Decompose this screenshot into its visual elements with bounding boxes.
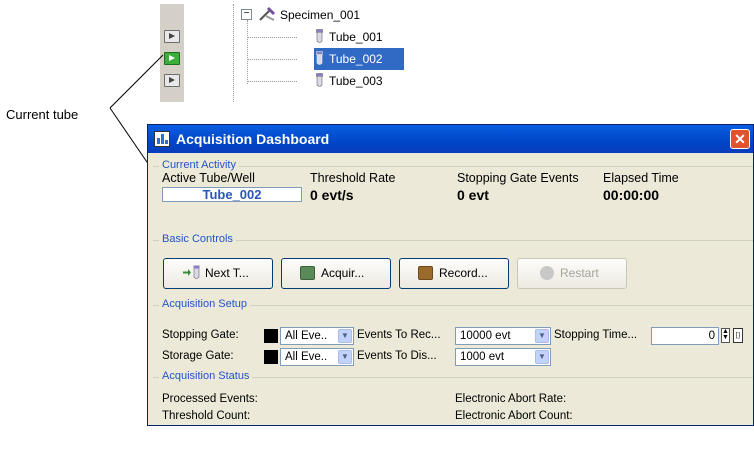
events-to-record-label: Events To Rec... [357, 329, 441, 341]
threshold-rate-label: Threshold Rate [310, 171, 396, 185]
current-activity-group: Current Activity [153, 159, 753, 171]
events-to-display-value: 1000 evt [460, 351, 505, 363]
elapsed-time-value: 00:00:00 [603, 187, 660, 203]
acquire-label: Acquir... [321, 266, 365, 280]
tube-indicator-icon[interactable] [164, 74, 180, 87]
tree-row-tube[interactable]: Tube_003 [160, 70, 404, 92]
stopping-gate-value: All Eve.. [285, 330, 328, 342]
tube-label: Tube_003 [329, 74, 383, 88]
group-title: Acquisition Status [159, 370, 253, 382]
acquire-button[interactable]: Acquir... [281, 258, 391, 289]
window-title: Acquisition Dashboard [176, 131, 330, 147]
threshold-count-label: Threshold Count: [162, 410, 251, 422]
callout-label: Current tube [6, 107, 79, 122]
threshold-rate-value: 0 evt/s [310, 187, 354, 203]
collapse-icon[interactable]: − [241, 9, 252, 20]
chevron-down-icon[interactable]: ▼ [535, 350, 549, 364]
tree-row-tube[interactable]: Tube_001 [160, 26, 404, 48]
tube-icon [316, 51, 323, 65]
stopping-time-input[interactable]: 0 [651, 327, 719, 345]
storage-gate-value: All Eve.. [285, 351, 328, 363]
acquire-icon [300, 266, 315, 280]
specimen-icon [259, 6, 276, 21]
acquisition-setup-group: Acquisition Setup [153, 298, 753, 310]
chevron-down-icon[interactable]: ▼ [338, 329, 352, 343]
elapsed-time-label: Elapsed Time [603, 171, 679, 185]
record-button[interactable]: Record... [399, 258, 509, 289]
close-icon[interactable]: ✕ [730, 129, 750, 149]
stopping-gate-events-value: 0 evt [457, 187, 489, 203]
record-icon [418, 266, 433, 280]
next-tube-icon [183, 265, 200, 279]
tube-icon [316, 73, 323, 87]
tube-label: Tube_001 [329, 30, 383, 44]
window-title-bar[interactable]: Acquisition Dashboard ✕ [148, 125, 753, 153]
stopping-gate-label: Stopping Gate: [162, 329, 239, 341]
browser-tree: − Specimen_001 Tube_001 Tube_002 Tube_00… [160, 4, 404, 102]
stopping-gate-dropdown[interactable]: All Eve.. ▼ [280, 327, 354, 345]
events-to-record-dropdown[interactable]: 10000 evt ▼ [455, 327, 551, 345]
acquisition-dashboard-window: Acquisition Dashboard ✕ Current Activity… [147, 124, 754, 426]
storage-gate-label: Storage Gate: [162, 350, 234, 362]
restart-label: Restart [560, 266, 599, 280]
chevron-down-icon[interactable]: ▼ [338, 350, 352, 364]
specimen-label: Specimen_001 [280, 8, 361, 22]
record-label: Record... [439, 266, 488, 280]
chevron-down-icon[interactable]: ▼ [535, 329, 549, 343]
stopping-gate-events-label: Stopping Gate Events [457, 171, 579, 185]
storage-gate-color-swatch [264, 350, 278, 364]
acquisition-status-group: Acquisition Status [153, 370, 753, 382]
group-title: Current Activity [159, 159, 239, 171]
events-to-display-dropdown[interactable]: 1000 evt ▼ [455, 348, 551, 366]
stopping-time-label: Stopping Time... [554, 329, 638, 341]
events-to-display-label: Events To Dis... [357, 350, 437, 362]
tube-indicator-icon[interactable] [164, 30, 180, 43]
spinner-arrows-icon[interactable]: ▲ ▼ [721, 328, 730, 343]
stopping-time-unit-icon[interactable]: ⌷ [733, 328, 743, 343]
electronic-abort-rate-label: Electronic Abort Rate: [455, 393, 567, 405]
active-tube-label: Active Tube/Well [162, 171, 255, 185]
tube-label: Tube_002 [329, 52, 383, 66]
stopping-gate-color-swatch [264, 329, 278, 343]
restart-button[interactable]: Restart [517, 258, 627, 289]
next-tube-button[interactable]: Next T... [163, 258, 273, 289]
dashboard-app-icon [154, 131, 170, 147]
group-title: Acquisition Setup [159, 298, 250, 310]
storage-gate-dropdown[interactable]: All Eve.. ▼ [280, 348, 354, 366]
restart-icon [540, 266, 554, 280]
group-title: Basic Controls [159, 233, 236, 245]
processed-events-label: Processed Events: [162, 393, 258, 405]
events-to-record-value: 10000 evt [460, 330, 511, 342]
basic-controls-group: Basic Controls [153, 233, 753, 245]
tree-row-tube-selected[interactable]: Tube_002 [160, 48, 404, 70]
active-tube-field: Tube_002 [162, 187, 302, 202]
electronic-abort-count-label: Electronic Abort Count: [455, 410, 573, 422]
tree-row-specimen[interactable]: − Specimen_001 [160, 4, 404, 26]
next-tube-label: Next T... [205, 266, 249, 280]
current-tube-indicator-icon[interactable] [164, 52, 180, 65]
tube-icon [316, 29, 323, 43]
